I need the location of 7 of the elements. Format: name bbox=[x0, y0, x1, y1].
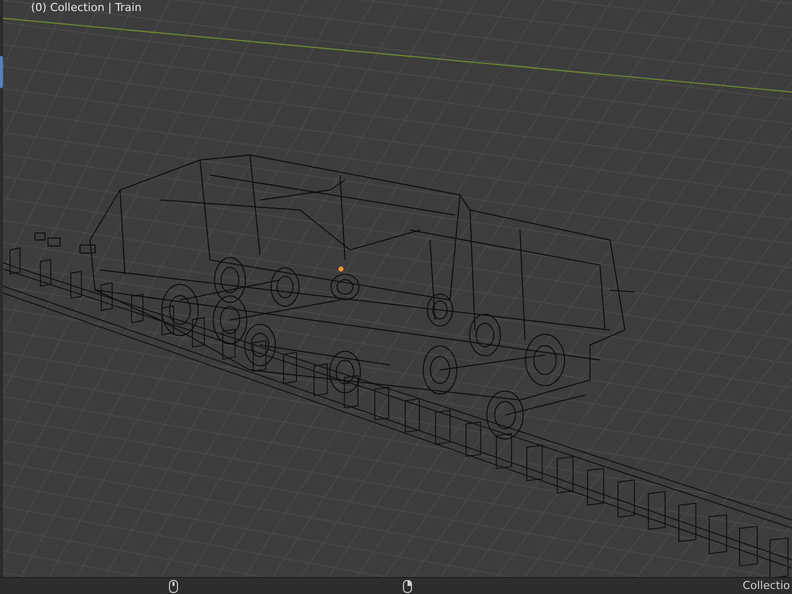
viewport[interactable]: (0) Collection | Train bbox=[0, 0, 792, 578]
viewport-info-text: (0) Collection | Train bbox=[31, 1, 142, 15]
mouse-icon bbox=[403, 580, 412, 594]
toolbar-tab[interactable] bbox=[0, 56, 3, 88]
mouse-icon bbox=[169, 580, 178, 594]
status-text: Collectio bbox=[742, 579, 790, 594]
origin-dot-icon bbox=[338, 266, 344, 272]
